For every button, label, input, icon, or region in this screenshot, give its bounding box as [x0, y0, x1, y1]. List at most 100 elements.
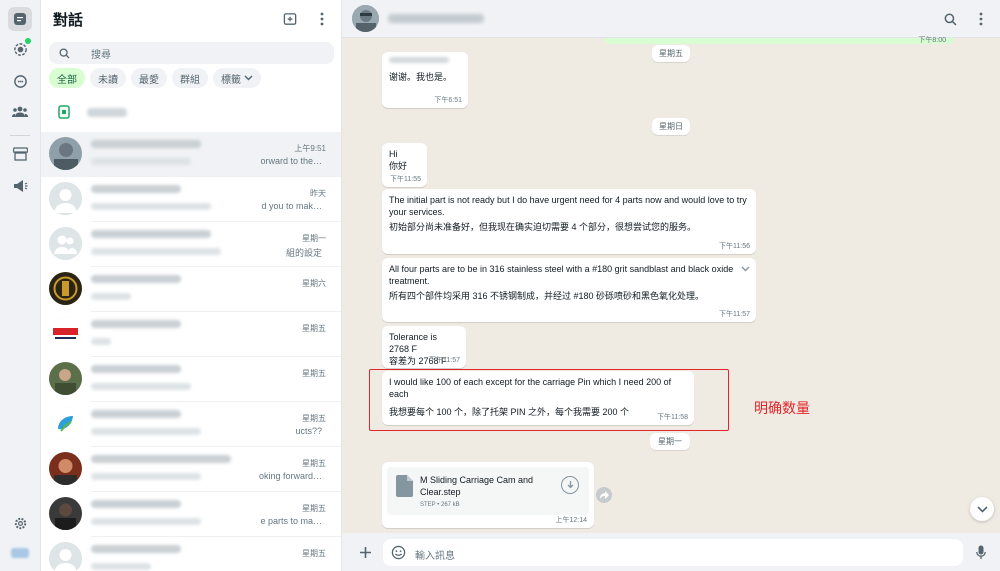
chat-list-item[interactable]: d you to mak… 昨天: [41, 177, 341, 222]
chat-name: [91, 230, 211, 238]
chat-list-item[interactable]: 星期五: [41, 357, 341, 402]
chat-name: [91, 410, 181, 418]
chat-avatar: [49, 407, 82, 440]
chat-list-item[interactable]: oking forward… 星期五: [41, 447, 341, 492]
chat-list-item[interactable]: 星期六: [41, 267, 341, 312]
search-icon: [944, 13, 956, 25]
chat-name: [91, 140, 201, 148]
filter-all[interactable]: 全部: [49, 68, 85, 88]
chat-list: orward to the… 上午9:51 d you to mak… 昨天 組的設定星…: [41, 132, 341, 571]
chat-list-item[interactable]: 星期五: [41, 312, 341, 357]
filter-favorites[interactable]: 最愛: [131, 68, 167, 88]
chat-time: 星期五: [302, 324, 326, 333]
search-bar[interactable]: 搜尋: [49, 42, 334, 64]
chat-time: 昨天: [310, 189, 326, 198]
filter-labels[interactable]: 標籤: [213, 68, 261, 88]
message-translation: 你好: [389, 161, 408, 172]
chat-name: [91, 545, 181, 553]
file-icon: [396, 475, 413, 497]
plus-icon: [359, 546, 371, 558]
scroll-to-bottom-button[interactable]: [970, 497, 994, 521]
chat-list-item[interactable]: 星期五: [41, 537, 341, 571]
annotation-label: 明确数量: [754, 400, 810, 416]
message-text: All four parts are to be in 316 stainles…: [389, 264, 734, 287]
chat-list-item[interactable]: orward to the… 上午9:51: [41, 132, 341, 177]
settings-button[interactable]: [8, 511, 32, 535]
archived-row[interactable]: [41, 96, 341, 128]
new-chat-button[interactable]: [281, 10, 299, 28]
message-bubble[interactable]: All four parts are to be in 316 stainles…: [382, 258, 756, 322]
chat-snippet: oking forward…: [258, 471, 322, 481]
forward-button[interactable]: [596, 487, 612, 503]
chat-time: 上午9:51: [294, 144, 326, 153]
communities-nav-button[interactable]: [8, 100, 32, 124]
communities-icon: [12, 106, 28, 117]
message-time: 上午12:14: [555, 517, 587, 524]
chats-icon: [14, 13, 26, 25]
filter-unread[interactable]: 未讀: [90, 68, 126, 88]
chat-time: 星期五: [302, 414, 326, 423]
voice-message-button[interactable]: [972, 543, 990, 561]
kebab-menu-icon: [979, 12, 983, 26]
channels-nav-button[interactable]: [8, 69, 32, 93]
chevron-down-icon[interactable]: [741, 263, 750, 275]
storefront-icon: [12, 147, 28, 161]
file-attachment[interactable]: M Sliding Carriage Cam and Clear.step ST…: [387, 467, 589, 515]
emoji-icon[interactable]: [391, 545, 406, 560]
menu-button[interactable]: [313, 10, 331, 28]
conversation-menu-button[interactable]: [972, 10, 990, 28]
chat-last-message: [91, 518, 201, 525]
status-unread-dot: [25, 38, 31, 44]
chat-time: 星期一: [302, 234, 326, 243]
chat-last-message: [91, 203, 211, 210]
chat-avatar: [49, 227, 82, 260]
message-bubble[interactable]: Hi 你好 下午11:55: [382, 143, 427, 187]
forward-icon: [599, 491, 609, 499]
chat-list-item[interactable]: 組的設定 星期一: [41, 222, 341, 267]
profile-avatar[interactable]: [11, 548, 29, 558]
navigation-rail: [0, 0, 41, 571]
business-tools-button[interactable]: [8, 142, 32, 166]
file-message[interactable]: M Sliding Carriage Cam and Clear.step ST…: [382, 462, 594, 528]
chat-name: [91, 455, 231, 463]
message-input[interactable]: 輸入訊息: [383, 539, 963, 566]
conversation-pane: 下午8:00 星期五 谢谢。我也是。 下午6:51 星期日 Hi 你好 下午11…: [342, 0, 1000, 571]
chat-avatar: [49, 272, 82, 305]
megaphone-icon: [13, 180, 27, 192]
message-bubble[interactable]: 谢谢。我也是。 下午6:51: [382, 52, 468, 108]
highlight-box: [369, 369, 729, 431]
chat-avatar: [49, 182, 82, 215]
chat-list-item[interactable]: e parts to ma… 星期五: [41, 492, 341, 537]
chat-snippet: 組的設定: [285, 248, 322, 258]
download-button[interactable]: [561, 476, 579, 494]
status-nav-button[interactable]: [8, 37, 32, 61]
message-text: The initial part is not ready but I do h…: [389, 195, 747, 218]
chat-list-item[interactable]: ucts?? 星期五: [41, 402, 341, 447]
message-bubble[interactable]: Tolerance is 2768 F 容差为 2768 F 下午11:57: [382, 326, 466, 368]
outgoing-message-bubble[interactable]: 下午8:00: [604, 37, 954, 44]
chat-avatar: [49, 362, 82, 395]
message-translation: 所有四个部件均采用 316 不锈钢制成，并经过 #180 砂砾喷砂和黑色氧化处理…: [389, 291, 705, 302]
message-text: 谢谢。我也是。: [389, 72, 453, 82]
chat-avatar: [49, 497, 82, 530]
chat-last-message: [91, 248, 221, 255]
chat-name: [91, 500, 181, 508]
filter-groups[interactable]: 群組: [172, 68, 208, 88]
attach-button[interactable]: [356, 543, 374, 561]
message-time: 下午8:00: [918, 37, 946, 44]
advertise-button[interactable]: [8, 174, 32, 198]
chat-name: [91, 365, 181, 373]
search-input[interactable]: 搜尋: [91, 46, 111, 61]
chats-nav-button[interactable]: [8, 7, 32, 31]
chat-name: [91, 185, 181, 193]
chat-last-message: [91, 428, 201, 435]
message-time: 下午6:51: [434, 96, 462, 104]
chevron-down-icon: [244, 75, 253, 81]
contact-avatar[interactable]: [352, 5, 379, 32]
file-name: M Sliding Carriage Cam and Clear.step: [420, 475, 534, 497]
conversation-header[interactable]: [342, 0, 1000, 38]
archived-label: [87, 107, 127, 117]
message-bubble[interactable]: The initial part is not ready but I do h…: [382, 189, 756, 254]
status-icon: [13, 42, 27, 56]
search-messages-button[interactable]: [941, 10, 959, 28]
